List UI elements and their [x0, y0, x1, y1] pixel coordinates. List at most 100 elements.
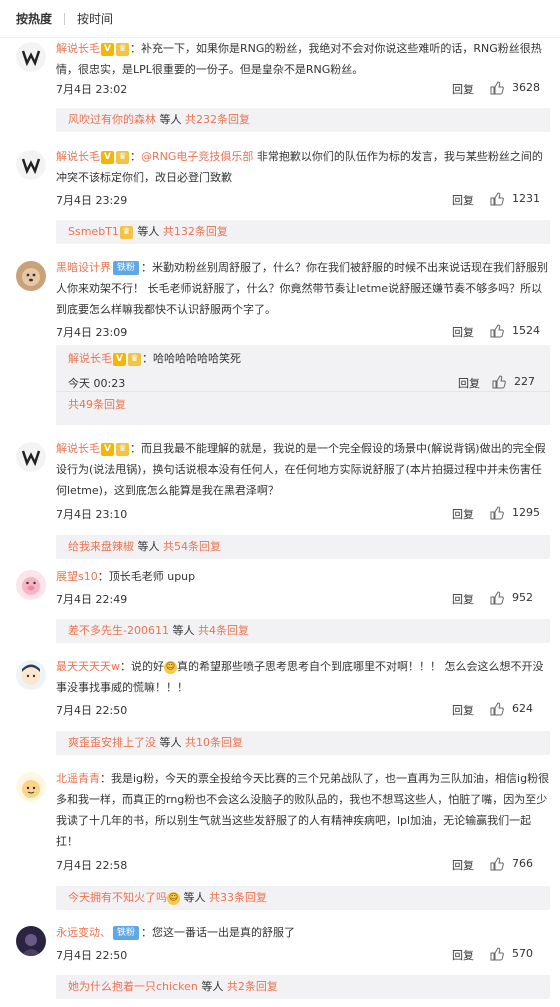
more-people-label: 等人	[172, 624, 195, 637]
g2-logo-icon	[16, 150, 46, 180]
avatar[interactable]	[16, 442, 46, 472]
verified-icon: V	[101, 42, 114, 56]
divider	[64, 12, 66, 25]
thumb-up-icon	[490, 506, 504, 520]
sort-by-hot-tab[interactable]: 按热度	[16, 10, 52, 27]
comment-username[interactable]: 解说长毛	[56, 150, 100, 163]
sort-by-time-tab[interactable]: 按时间	[77, 10, 113, 27]
replies-summary[interactable]: 差不多先生-200611 等人 共4条回复	[56, 619, 550, 643]
sub-reply-username[interactable]: 解说长毛	[68, 352, 112, 365]
sub-reply-text: ：哈哈哈哈哈哈笑死	[142, 352, 241, 365]
replies-summary[interactable]: 风吹过有你的森林 等人 共232条回复	[56, 108, 550, 132]
reply-author[interactable]: 风吹过有你的森林	[68, 113, 156, 126]
comment-time: 7月4日 22:58	[56, 859, 128, 872]
comment-username[interactable]: 展望s10	[56, 570, 98, 583]
comment-text: ：顶长毛老师 upup	[97, 570, 196, 583]
member-icon: ♛	[128, 352, 141, 366]
dog-avatar-icon	[16, 261, 46, 291]
replies-summary[interactable]: SsmebT1 ♛ 等人 共132条回复	[56, 220, 550, 244]
reply-author[interactable]: 她为什么抱着一只chicken	[68, 980, 198, 993]
comment-username[interactable]: 解说长毛	[56, 42, 100, 55]
like-count: 227	[514, 375, 535, 388]
replies-summary[interactable]: 爽歪歪安排上了没 等人 共10条回复	[56, 731, 550, 755]
sort-bar: 按热度 按时间	[0, 0, 560, 38]
thumb-up-icon	[490, 591, 504, 605]
mention-link[interactable]: @RNG电子竞技俱乐部	[141, 150, 253, 163]
comment-time: 7月4日 23:02	[56, 83, 128, 96]
member-icon: ♛	[116, 442, 129, 456]
comment-username[interactable]: 黑暗设计界	[56, 261, 111, 274]
like-count: 3628	[512, 81, 540, 94]
thumb-up-icon	[492, 375, 506, 389]
verified-icon: V	[113, 352, 126, 366]
verified-icon: V	[101, 442, 114, 456]
more-people-label: 等人	[137, 225, 160, 238]
reply-author[interactable]: 今天拥有不知火了吗	[68, 891, 167, 904]
more-people-label: 等人	[159, 736, 182, 749]
comment-username[interactable]: 解说长毛	[56, 442, 100, 455]
comment-time: 7月4日 22:49	[56, 593, 128, 606]
reply-button[interactable]: 回复	[458, 375, 480, 391]
thumb-up-icon	[490, 324, 504, 338]
reply-count-link[interactable]: 共232条回复	[185, 113, 250, 126]
thumb-up-icon	[490, 857, 504, 871]
reply-count-link[interactable]: 共49条回复	[68, 398, 126, 411]
like-count: 1295	[512, 506, 540, 519]
reply-author[interactable]: SsmebT1	[68, 225, 119, 238]
reply-button[interactable]: 回复	[452, 702, 474, 718]
cartoon-avatar-icon	[16, 772, 46, 802]
cartoon-avatar-icon	[16, 660, 46, 690]
smile-emoji-icon: ☺	[167, 891, 180, 905]
comment-time: 7月4日 23:10	[56, 508, 128, 521]
reply-button[interactable]: 回复	[452, 947, 474, 963]
reply-author[interactable]: 差不多先生-200611	[68, 624, 169, 637]
reply-count-link[interactable]: 共33条回复	[209, 891, 267, 904]
avatar[interactable]	[16, 570, 46, 600]
more-people-label: 等人	[159, 113, 182, 126]
reply-count-link[interactable]: 共10条回复	[185, 736, 243, 749]
member-icon: ♛	[116, 42, 129, 56]
comment-username[interactable]: 北遥青青	[56, 772, 100, 785]
comment-text-start: ：说的好	[120, 660, 164, 673]
thumb-up-icon	[490, 947, 504, 961]
reply-author[interactable]: 爽歪歪安排上了没	[68, 736, 156, 749]
avatar[interactable]	[16, 926, 46, 956]
avatar[interactable]	[16, 261, 46, 291]
fan-badge: 铁粉	[113, 926, 140, 940]
thumb-up-icon	[490, 702, 504, 716]
reply-count-link[interactable]: 共54条回复	[163, 540, 221, 553]
reply-author[interactable]: 给我来盘辣椒	[68, 540, 134, 553]
reply-count-link[interactable]: 共4条回复	[198, 624, 249, 637]
pig-avatar-icon	[16, 570, 46, 600]
reply-count-link[interactable]: 共132条回复	[163, 225, 228, 238]
member-icon: ♛	[116, 150, 129, 164]
replies-summary[interactable]: 她为什么抱着一只chicken 等人 共2条回复	[56, 975, 550, 999]
divider	[56, 391, 550, 392]
reply-button[interactable]: 回复	[452, 857, 474, 873]
replies-summary[interactable]: 今天拥有不知火了吗 ☺ 等人 共33条回复	[56, 886, 550, 910]
comment-text: 非常抱歉以你们的队伍作为标的发言，我与某些粉丝之间的冲突不该标定你们，改日必登门…	[56, 150, 543, 184]
more-people-label: 等人	[137, 540, 160, 553]
avatar[interactable]	[16, 150, 46, 180]
like-count: 570	[512, 947, 533, 960]
replies-summary[interactable]: 给我来盘辣椒 等人 共54条回复	[56, 535, 550, 559]
reply-button[interactable]: 回复	[452, 506, 474, 522]
fan-badge: 铁粉	[113, 261, 140, 275]
member-icon: ♛	[119, 225, 133, 239]
avatar[interactable]	[16, 660, 46, 690]
reply-button[interactable]: 回复	[452, 591, 474, 607]
verified-icon: V	[101, 150, 114, 164]
more-people-label: 等人	[183, 891, 206, 904]
sub-reply-box: 解说长毛 V ♛ ：哈哈哈哈哈哈笑死 今天 00:23 回复 227 共49条回复	[56, 345, 550, 425]
comment-username[interactable]: 永远变动、	[56, 926, 111, 939]
avatar[interactable]	[16, 42, 46, 72]
more-people-label: 等人	[201, 980, 224, 993]
comment-username[interactable]: 最天天天天w	[56, 660, 120, 673]
thumb-up-icon	[490, 192, 504, 206]
like-count: 766	[512, 857, 533, 870]
reply-button[interactable]: 回复	[452, 324, 474, 340]
avatar[interactable]	[16, 772, 46, 802]
reply-button[interactable]: 回复	[452, 81, 474, 97]
reply-count-link[interactable]: 共2条回复	[227, 980, 278, 993]
reply-button[interactable]: 回复	[452, 192, 474, 208]
